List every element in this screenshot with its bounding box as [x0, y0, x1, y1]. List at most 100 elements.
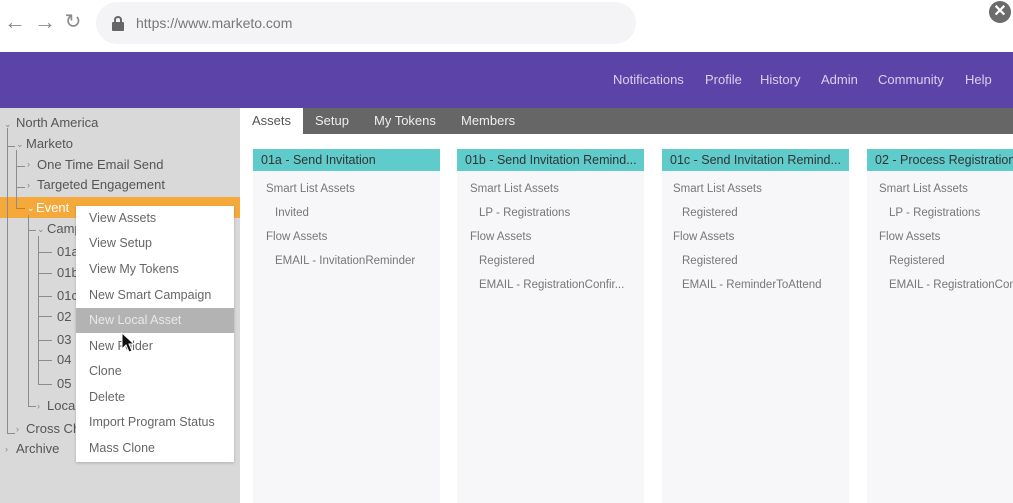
tree-line [16, 166, 25, 167]
nav-community[interactable]: Community [878, 72, 944, 87]
browser-toolbar: ← → ↻ https://www.marketo.com ✕ [0, 0, 1013, 52]
tree-item-event[interactable]: Event [36, 200, 69, 215]
tree-line [38, 340, 52, 341]
menu-item-view-setup[interactable]: View Setup [76, 231, 234, 256]
menu-item-clone[interactable]: Clone [76, 359, 234, 384]
menu-item-new-local-asset[interactable]: New Local Asset [76, 308, 234, 333]
main-panel: Assets Setup My Tokens Members 01a - Sen… [240, 108, 1013, 503]
chevron-right-icon[interactable]: › [37, 401, 40, 411]
asset-item[interactable]: EMAIL - InvitationReminder [275, 255, 415, 267]
smart-list-label: Smart List Assets [266, 183, 355, 195]
tree-line [28, 215, 29, 407]
forward-arrow-icon[interactable]: → [34, 10, 56, 34]
asset-item[interactable]: EMAIL - RegistrationConfir... [479, 279, 624, 291]
lock-icon [112, 16, 124, 31]
chevron-right-icon[interactable]: › [27, 159, 30, 169]
campaign-card[interactable]: 02 - Process Registration Smart List Ass… [867, 149, 1013, 503]
chevron-down-icon[interactable]: ⌄ [16, 139, 24, 150]
tree-item-02[interactable]: 02 [57, 309, 71, 324]
tree-item-01c[interactable]: 01c [57, 288, 78, 303]
asset-item[interactable]: LP - Registrations [479, 207, 570, 219]
campaign-card[interactable]: 01b - Send Invitation Remind... Smart Li… [457, 149, 644, 503]
tree-line [28, 230, 36, 231]
tree-line [7, 146, 15, 147]
tree-item-one-time-email-send[interactable]: One Time Email Send [37, 157, 163, 172]
menu-item-new-smart-campaign[interactable]: New Smart Campaign [76, 283, 234, 308]
card-title[interactable]: 02 - Process Registration [867, 149, 1013, 171]
asset-item[interactable]: Registered [479, 255, 535, 267]
tree-item-05[interactable]: 05 [57, 376, 71, 391]
menu-item-mass-clone[interactable]: Mass Clone [76, 436, 234, 461]
url-text[interactable]: https://www.marketo.com [136, 15, 292, 31]
tree-line [38, 360, 52, 361]
tree-line [7, 128, 8, 434]
tab-setup[interactable]: Setup [303, 108, 361, 134]
nav-admin[interactable]: Admin [821, 72, 858, 87]
top-navigation: Notifications Profile History Admin Comm… [0, 52, 1013, 108]
card-title[interactable]: 01b - Send Invitation Remind... [457, 149, 644, 171]
asset-item[interactable]: Registered [682, 207, 738, 219]
back-arrow-icon[interactable]: ← [4, 10, 26, 34]
flow-label: Flow Assets [470, 231, 532, 243]
chevron-right-icon[interactable]: › [16, 424, 19, 434]
tree-line [28, 406, 36, 407]
campaign-card[interactable]: 01c - Send Invitation Remind... Smart Li… [662, 149, 849, 503]
asset-item[interactable]: EMAIL - ReminderToAttend [682, 279, 822, 291]
asset-item[interactable]: Invited [275, 207, 309, 219]
context-menu: View Assets View Setup View My Tokens Ne… [76, 206, 234, 462]
menu-item-new-folder[interactable]: New Folder [76, 334, 234, 359]
smart-list-label: Smart List Assets [879, 183, 968, 195]
tree-item-04[interactable]: 04 [57, 352, 71, 367]
tree-line [7, 433, 15, 434]
address-bar[interactable]: https://www.marketo.com [96, 2, 636, 44]
tree-item-cross-channel[interactable]: Cross Ch [26, 421, 80, 436]
menu-item-delete[interactable]: Delete [76, 385, 234, 410]
chevron-down-icon[interactable]: ⌄ [27, 203, 35, 214]
tree-line [16, 208, 25, 209]
chevron-right-icon[interactable]: › [27, 180, 30, 190]
flow-label: Flow Assets [266, 231, 328, 243]
tab-members[interactable]: Members [449, 108, 527, 134]
flow-label: Flow Assets [879, 231, 941, 243]
chevron-right-icon[interactable]: › [5, 444, 8, 454]
reload-icon[interactable]: ↻ [62, 10, 84, 34]
asset-item[interactable]: Registered [682, 255, 738, 267]
asset-item[interactable]: LP - Registrations [889, 207, 980, 219]
tree-line [38, 384, 52, 385]
tree-item-targeted-engagement[interactable]: Targeted Engagement [37, 177, 165, 192]
card-title[interactable]: 01a - Send Invitation [253, 149, 440, 171]
tab-bar: Assets Setup My Tokens Members [240, 108, 1013, 134]
tree-line [16, 150, 17, 208]
nav-help[interactable]: Help [965, 72, 992, 87]
chevron-down-icon[interactable]: ⌄ [4, 119, 12, 130]
smart-list-label: Smart List Assets [470, 183, 559, 195]
nav-notifications[interactable]: Notifications [613, 72, 684, 87]
tab-assets[interactable]: Assets [240, 108, 304, 134]
tree-line [38, 316, 52, 317]
menu-item-view-assets[interactable]: View Assets [76, 206, 234, 231]
asset-item[interactable]: Registered [889, 255, 945, 267]
nav-history[interactable]: History [760, 72, 800, 87]
campaign-card[interactable]: 01a - Send Invitation Smart List Assets … [253, 149, 440, 503]
menu-item-import-program-status[interactable]: Import Program Status [76, 410, 234, 435]
tree-line [38, 273, 52, 274]
tree-line [16, 187, 25, 188]
tree-line [38, 296, 52, 297]
tree-line [38, 252, 52, 253]
mouse-pointer-icon [121, 332, 135, 353]
tree-item-archive[interactable]: Archive [16, 441, 59, 456]
tab-my-tokens[interactable]: My Tokens [362, 108, 448, 134]
tree-item-marketo[interactable]: Marketo [26, 136, 73, 151]
card-title[interactable]: 01c - Send Invitation Remind... [662, 149, 849, 171]
tree-item-03[interactable]: 03 [57, 332, 71, 347]
chevron-down-icon[interactable]: ⌄ [37, 224, 45, 235]
nav-profile[interactable]: Profile [705, 72, 742, 87]
flow-label: Flow Assets [673, 231, 735, 243]
close-icon[interactable]: ✕ [989, 1, 1011, 23]
asset-item[interactable]: EMAIL - RegistrationConfir [889, 279, 1013, 291]
smart-list-label: Smart List Assets [673, 183, 762, 195]
tree-item-north-america[interactable]: North America [16, 115, 98, 130]
tree-item-local[interactable]: Local [47, 398, 78, 413]
menu-item-view-my-tokens[interactable]: View My Tokens [76, 257, 234, 282]
tree-line [38, 236, 39, 384]
